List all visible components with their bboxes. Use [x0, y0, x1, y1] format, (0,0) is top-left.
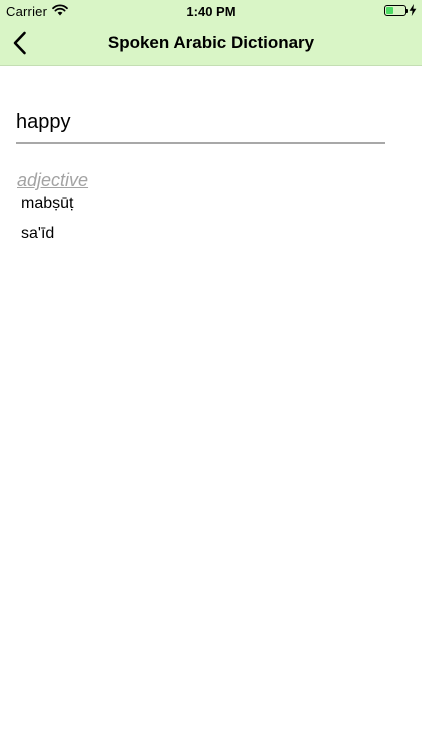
part-of-speech-label: adjective [17, 170, 89, 190]
page-title: Spoken Arabic Dictionary [107, 33, 315, 52]
result-item[interactable]: mabṣūṭ [21, 195, 73, 213]
status-bar: Carrier 1:40 PM [0, 0, 422, 22]
result-item[interactable]: sa'īd [21, 225, 54, 243]
status-time: 1:40 PM [186, 4, 236, 19]
battery-level [386, 7, 393, 14]
battery-nub [406, 9, 408, 13]
battery-icon [384, 5, 408, 16]
search-field[interactable] [16, 104, 385, 144]
search-input[interactable] [16, 104, 385, 140]
navigation-bar: Carrier 1:40 PM Spoken Arabic Dictionary [0, 0, 422, 66]
charging-bolt-icon [409, 4, 417, 16]
